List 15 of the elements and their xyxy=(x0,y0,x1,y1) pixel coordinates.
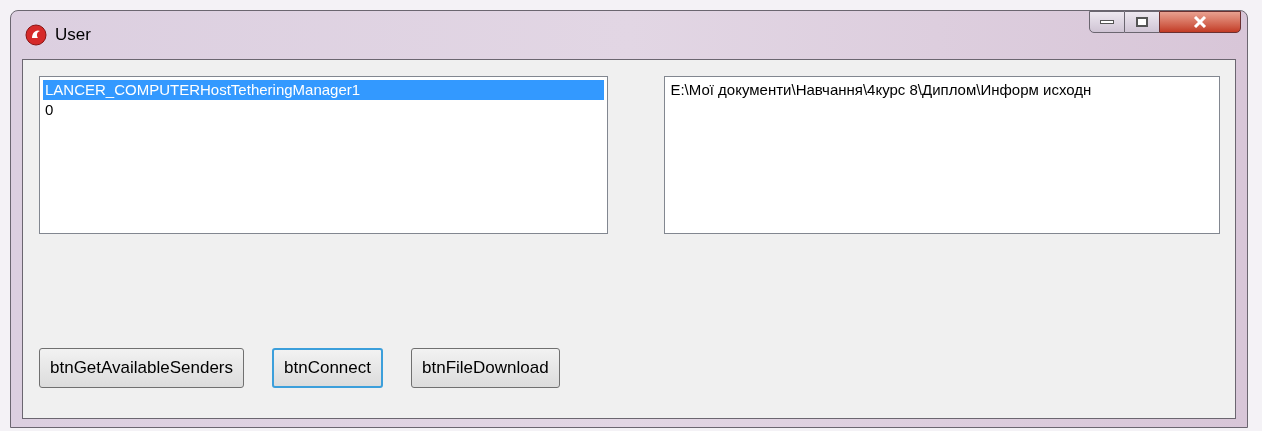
action-button[interactable]: btnGetAvailableSenders xyxy=(39,348,245,388)
close-button[interactable] xyxy=(1159,11,1241,33)
close-icon xyxy=(1193,16,1207,28)
minimize-button[interactable] xyxy=(1089,11,1125,33)
list-box[interactable]: E:\Мої документи\Навчання\4курс 8\Диплом\Информ исходн xyxy=(664,76,1220,234)
list-item[interactable]: E:\Мої документи\Навчання\4курс 8\Диплом\Информ исходн xyxy=(668,80,1216,100)
minimize-icon xyxy=(1100,20,1114,24)
window-title: User xyxy=(55,24,91,47)
maximize-icon xyxy=(1136,17,1148,27)
list-box[interactable]: LANCER_COMPUTERHostTetheringManager1 0 xyxy=(39,76,609,234)
action-button[interactable]: btnConnect xyxy=(272,348,383,388)
app-icon xyxy=(25,24,47,46)
list-item[interactable]: 0 xyxy=(43,100,605,120)
action-button[interactable]: btnFileDownload xyxy=(411,348,560,388)
maximize-button[interactable] xyxy=(1125,11,1159,33)
